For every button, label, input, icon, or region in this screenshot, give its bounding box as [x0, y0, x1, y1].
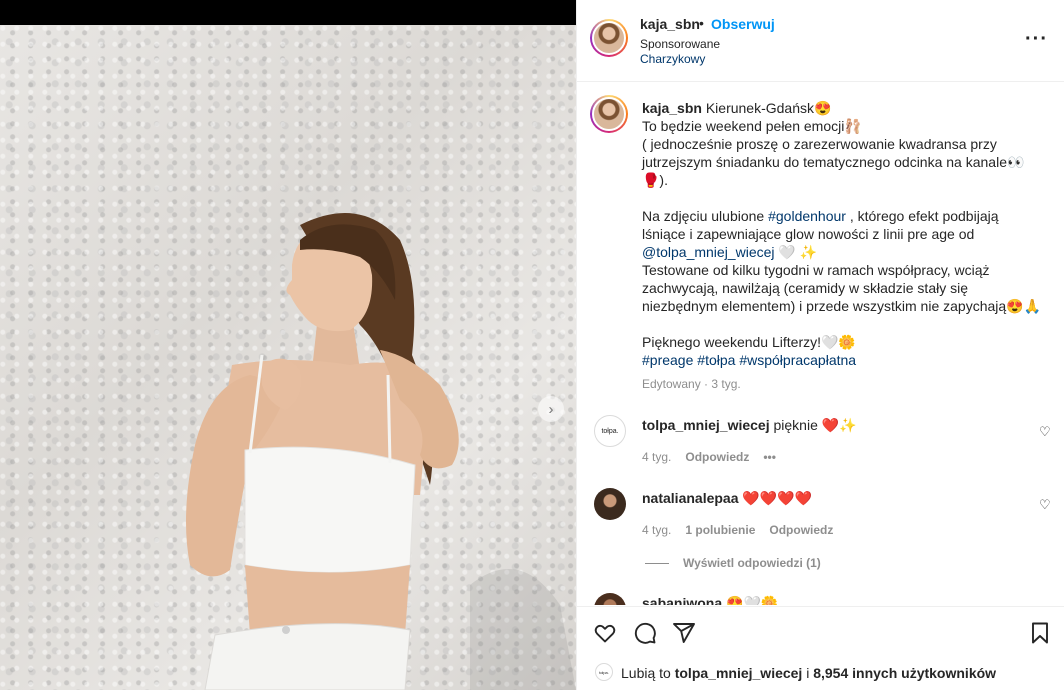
commenter-avatar[interactable]	[594, 593, 626, 605]
likes-middle: i	[802, 665, 814, 681]
comment-like-heart-icon[interactable]: ♡	[1039, 424, 1051, 440]
photo-illustration	[186, 213, 576, 690]
separator-dot: •	[699, 15, 704, 31]
liker-username[interactable]: tolpa_mniej_wiecej	[675, 665, 803, 681]
caption-meta: Edytowany · 3 tyg.	[642, 377, 741, 391]
caption-p2-c: 🤍 ✨	[774, 244, 818, 260]
view-replies-button[interactable]: Wyświetl odpowiedzi (1)	[645, 556, 821, 570]
comment-like-heart-icon[interactable]: ♡	[1039, 497, 1051, 513]
comment-body: 😍🤍🌼	[726, 595, 779, 605]
comment-meta: 4 tyg. Odpowiedz •••	[642, 450, 776, 464]
comment-body: ❤️❤️❤️❤️	[742, 490, 813, 506]
sponsored-label: Sponsorowane	[640, 37, 721, 51]
bookmark-icon[interactable]	[1028, 621, 1052, 645]
hashtag-goldenhour[interactable]: #goldenhour	[768, 208, 846, 224]
post-photo[interactable]: ›	[0, 25, 576, 690]
next-photo-button[interactable]: ›	[538, 396, 564, 422]
comment-text: natalianalepaa ❤️❤️❤️❤️	[642, 490, 812, 507]
partner-link[interactable]: Charzykowy	[640, 52, 705, 66]
caption-p2-a: Na zdjęciu ulubione	[642, 208, 769, 224]
commenter-username[interactable]: natalianalepaa	[642, 490, 739, 506]
hashtag-tolpa[interactable]: #tołpa	[697, 352, 735, 368]
comment-time: 4 tyg.	[642, 450, 672, 464]
likes-summary: tołpa. Lubią to tolpa_mniej_wiecej i 8,9…	[577, 656, 1064, 690]
caption-author-avatar[interactable]	[590, 95, 628, 133]
likes-text: Lubią to tolpa_mniej_wiecej i 8,954 inny…	[621, 665, 996, 681]
comment-likes-count[interactable]: 1 polubienie	[685, 523, 755, 537]
reply-button[interactable]: Odpowiedz	[685, 450, 749, 464]
replies-line	[645, 562, 669, 564]
likes-others-link[interactable]: 8,954 innych użytkowników	[813, 665, 996, 681]
commenter-username[interactable]: tolpa_mniej_wiecej	[642, 417, 770, 433]
hashtag-wspolpraca[interactable]: #współpracapłatna	[739, 352, 856, 368]
comment-meta: 4 tyg. 1 polubienie Odpowiedz	[642, 523, 833, 537]
comment-more-icon[interactable]: •••	[763, 450, 776, 464]
post-header: kaja_sbn • Obserwuj Sponsorowane Charzyk…	[577, 0, 1064, 82]
comment-body: pięknie ❤️✨	[773, 417, 857, 433]
post-media: ›	[0, 0, 576, 690]
caption-p3: Testowane od kilku tygodni w ramach wspó…	[642, 262, 1042, 314]
caption-text: kaja_sbn Kierunek-Gdańsk😍 To będzie week…	[642, 99, 1042, 369]
likes-prefix: Lubią to	[621, 665, 675, 681]
hashtag-preage[interactable]: #preage	[642, 352, 693, 368]
comment-text: sabaniwona 😍🤍🌼	[642, 595, 778, 605]
author-username[interactable]: kaja_sbn	[640, 16, 700, 32]
caption-p4: Pięknego weekendu Lifterzy!🤍🌼	[642, 334, 856, 350]
comment-time: 4 tyg.	[642, 523, 672, 537]
caption-line-2: To będzie weekend pełen emocji🩰	[642, 118, 862, 134]
post-actions-bar	[577, 606, 1064, 656]
heart-icon[interactable]	[593, 621, 617, 645]
author-avatar[interactable]	[590, 19, 628, 57]
caption-line-1: Kierunek-Gdańsk😍	[705, 100, 832, 116]
post-side-panel: kaja_sbn • Obserwuj Sponsorowane Charzyk…	[576, 0, 1064, 690]
comment-text: tolpa_mniej_wiecej pięknie ❤️✨	[642, 417, 857, 434]
caption-username[interactable]: kaja_sbn	[642, 100, 702, 116]
share-icon[interactable]	[672, 621, 696, 645]
view-replies-label: Wyświetl odpowiedzi (1)	[683, 556, 821, 570]
more-options-icon[interactable]: ···	[1025, 28, 1048, 51]
commenter-avatar[interactable]	[594, 488, 626, 520]
liker-avatar[interactable]: tołpa.	[595, 663, 613, 681]
comments-section[interactable]: kaja_sbn Kierunek-Gdańsk😍 To będzie week…	[577, 83, 1064, 605]
mention-tolpa[interactable]: @tolpa_mniej_wiecej	[642, 244, 775, 260]
commenter-username[interactable]: sabaniwona	[642, 595, 722, 605]
comment-icon[interactable]	[633, 621, 657, 645]
reply-button[interactable]: Odpowiedz	[769, 523, 833, 537]
commenter-avatar[interactable]: tołpa.	[594, 415, 626, 447]
follow-button[interactable]: Obserwuj	[711, 16, 775, 32]
caption-line-3: ( jednocześnie proszę o zarezerwowanie k…	[642, 136, 1025, 188]
